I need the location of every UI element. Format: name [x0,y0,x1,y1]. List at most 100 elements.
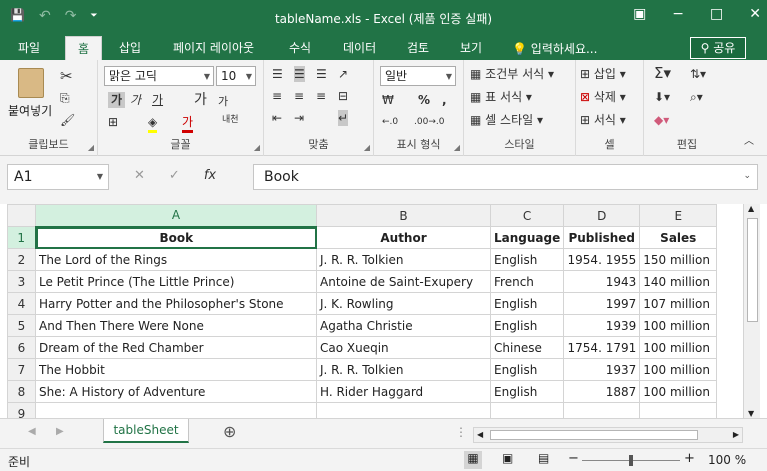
cell[interactable]: 100 million [639,358,718,381]
ribbon-display-options-icon[interactable]: ▣ [633,6,646,22]
cell[interactable]: English [489,248,565,271]
header-cell[interactable]: Book [35,226,317,249]
horizontal-scroll-thumb[interactable] [490,430,698,440]
tab-data[interactable]: 데이터 [343,39,376,56]
sheet-tab[interactable]: tableSheet [103,419,189,443]
merge-center-icon[interactable]: ⊟ [338,88,348,104]
tell-me-box[interactable]: 💡 입력하세요... [512,40,597,57]
column-header-e[interactable]: E [639,204,718,227]
cell[interactable] [639,402,718,418]
conditional-formatting-button[interactable]: ▦ 조건부 서식 ▾ [470,66,554,82]
scroll-up-icon[interactable]: ▲ [748,204,754,213]
font-name-dropdown[interactable]: 맑은 고딕 ▼ [104,66,214,86]
row-header[interactable]: 9 [7,402,36,418]
tab-formulas[interactable]: 수식 [289,39,311,56]
page-layout-view-icon[interactable]: ▣ [502,451,513,465]
find-select-icon[interactable]: ⌕▾ [690,89,703,105]
name-box[interactable]: A1 ▼ [7,164,109,190]
underline-button[interactable]: 가 [152,92,163,108]
align-top-icon[interactable]: ☰ [272,66,283,82]
alignment-launcher-icon[interactable]: ◢ [364,143,370,152]
cell[interactable]: English [489,314,565,337]
insert-function-icon[interactable]: fx [204,168,216,183]
column-header-c[interactable]: C [489,204,565,227]
fill-icon[interactable]: ⬇▾ [654,89,670,105]
format-cells-button[interactable]: ⊞ 서식 ▾ [580,112,626,128]
paste-button[interactable]: 붙여넣기 [8,102,52,119]
decrease-decimal-button[interactable]: .00→.0 [414,114,444,130]
sort-filter-icon[interactable]: ⇅▾ [690,66,706,82]
scroll-down-icon[interactable]: ▼ [748,409,754,418]
number-format-dropdown[interactable]: 일반 ▼ [380,66,456,86]
row-header[interactable]: 7 [7,358,36,381]
cell[interactable]: Dream of the Red Chamber [35,336,317,359]
delete-cells-button[interactable]: ⊠ 삭제 ▾ [580,89,626,105]
cell[interactable]: H. Rider Haggard [316,380,491,403]
cell[interactable]: 1887 [563,380,641,403]
zoom-in-button[interactable]: + [684,451,695,466]
cell-table[interactable]: A B C D E 1 Book Author Language Published Sa… [7,204,718,418]
cell[interactable]: 140 million [639,270,718,293]
row-header[interactable]: 1 [7,226,37,249]
tab-home[interactable]: 홈 [65,36,103,60]
italic-button[interactable]: 가 [130,92,141,108]
enter-icon[interactable]: ✓ [169,168,180,183]
cell[interactable]: J. R. R. Tolkien [316,358,491,381]
cell[interactable]: French [489,270,565,293]
cell[interactable]: Harry Potter and the Philosopher's Stone [35,292,317,315]
vertical-scroll-thumb[interactable] [747,218,758,322]
scroll-left-icon[interactable]: ◀ [477,430,483,439]
header-cell[interactable]: Language [489,226,565,249]
row-header[interactable]: 5 [7,314,36,337]
tab-splitter-icon[interactable]: ⋮ [455,425,467,439]
cell[interactable]: And Then There Were None [35,314,317,337]
align-middle-icon[interactable]: ☰ [294,66,305,82]
cell[interactable]: The Hobbit [35,358,317,381]
decrease-indent-icon[interactable]: ⇤ [272,110,282,126]
font-launcher-icon[interactable]: ◢ [254,143,260,152]
cell[interactable]: 100 million [639,314,718,337]
fill-color-icon[interactable]: ◈ [148,114,158,133]
worksheet-grid[interactable]: A B C D E 1 Book Author Language Published Sa… [0,204,767,418]
row-header[interactable]: 8 [7,380,36,403]
paste-icon[interactable] [18,68,44,98]
row-header[interactable]: 4 [7,292,36,315]
tab-file[interactable]: 파일 [18,39,40,56]
number-launcher-icon[interactable]: ◢ [454,143,460,152]
wrap-text-icon[interactable]: ↵ [338,110,349,126]
cell[interactable]: 1943 [563,270,641,293]
minimize-button[interactable]: − [672,6,684,22]
next-sheet-icon[interactable]: ▶ [56,426,64,437]
grow-font-button[interactable]: 가 [194,92,207,108]
format-as-table-button[interactable]: ▦ 표 서식 ▾ [470,89,532,105]
scroll-right-icon[interactable]: ▶ [733,430,739,439]
cell[interactable]: Agatha Christie [316,314,491,337]
header-cell[interactable]: Sales [639,226,718,249]
phonetic-button[interactable]: 내천 [222,112,239,128]
page-break-view-icon[interactable]: ▤ [538,451,549,465]
horizontal-scrollbar[interactable]: ◀ ▶ [473,427,743,443]
collapse-ribbon-icon[interactable]: ︿ [744,134,754,150]
cell[interactable]: 107 million [639,292,718,315]
normal-view-icon[interactable]: ▦ [464,451,482,469]
cancel-icon[interactable]: ✕ [134,168,145,183]
add-sheet-icon[interactable]: ⊕ [223,422,236,441]
cell[interactable]: Antoine de Saint-Exupery [316,270,491,293]
cell[interactable]: 1997 [563,292,641,315]
cell[interactable] [35,402,317,418]
column-header-a[interactable]: A [35,204,317,228]
percent-button[interactable]: % [418,92,430,108]
row-header[interactable]: 6 [7,336,36,359]
cell[interactable]: Chinese [489,336,565,359]
borders-icon[interactable]: ⊞ [108,114,118,130]
cell-styles-button[interactable]: ▦ 셀 스타일 ▾ [470,112,543,128]
currency-icon[interactable]: ₩ [382,92,394,108]
cell[interactable]: She: A History of Adventure [35,380,317,403]
cell[interactable]: 100 million [639,380,718,403]
zoom-level[interactable]: 100 % [708,453,746,467]
zoom-slider-thumb[interactable] [629,455,633,466]
font-color-button[interactable]: 가 [182,114,194,133]
align-left-icon[interactable]: ≡ [272,88,282,104]
formula-input[interactable]: Book ⌄ [253,164,758,190]
cut-icon[interactable]: ✂ [60,68,73,84]
